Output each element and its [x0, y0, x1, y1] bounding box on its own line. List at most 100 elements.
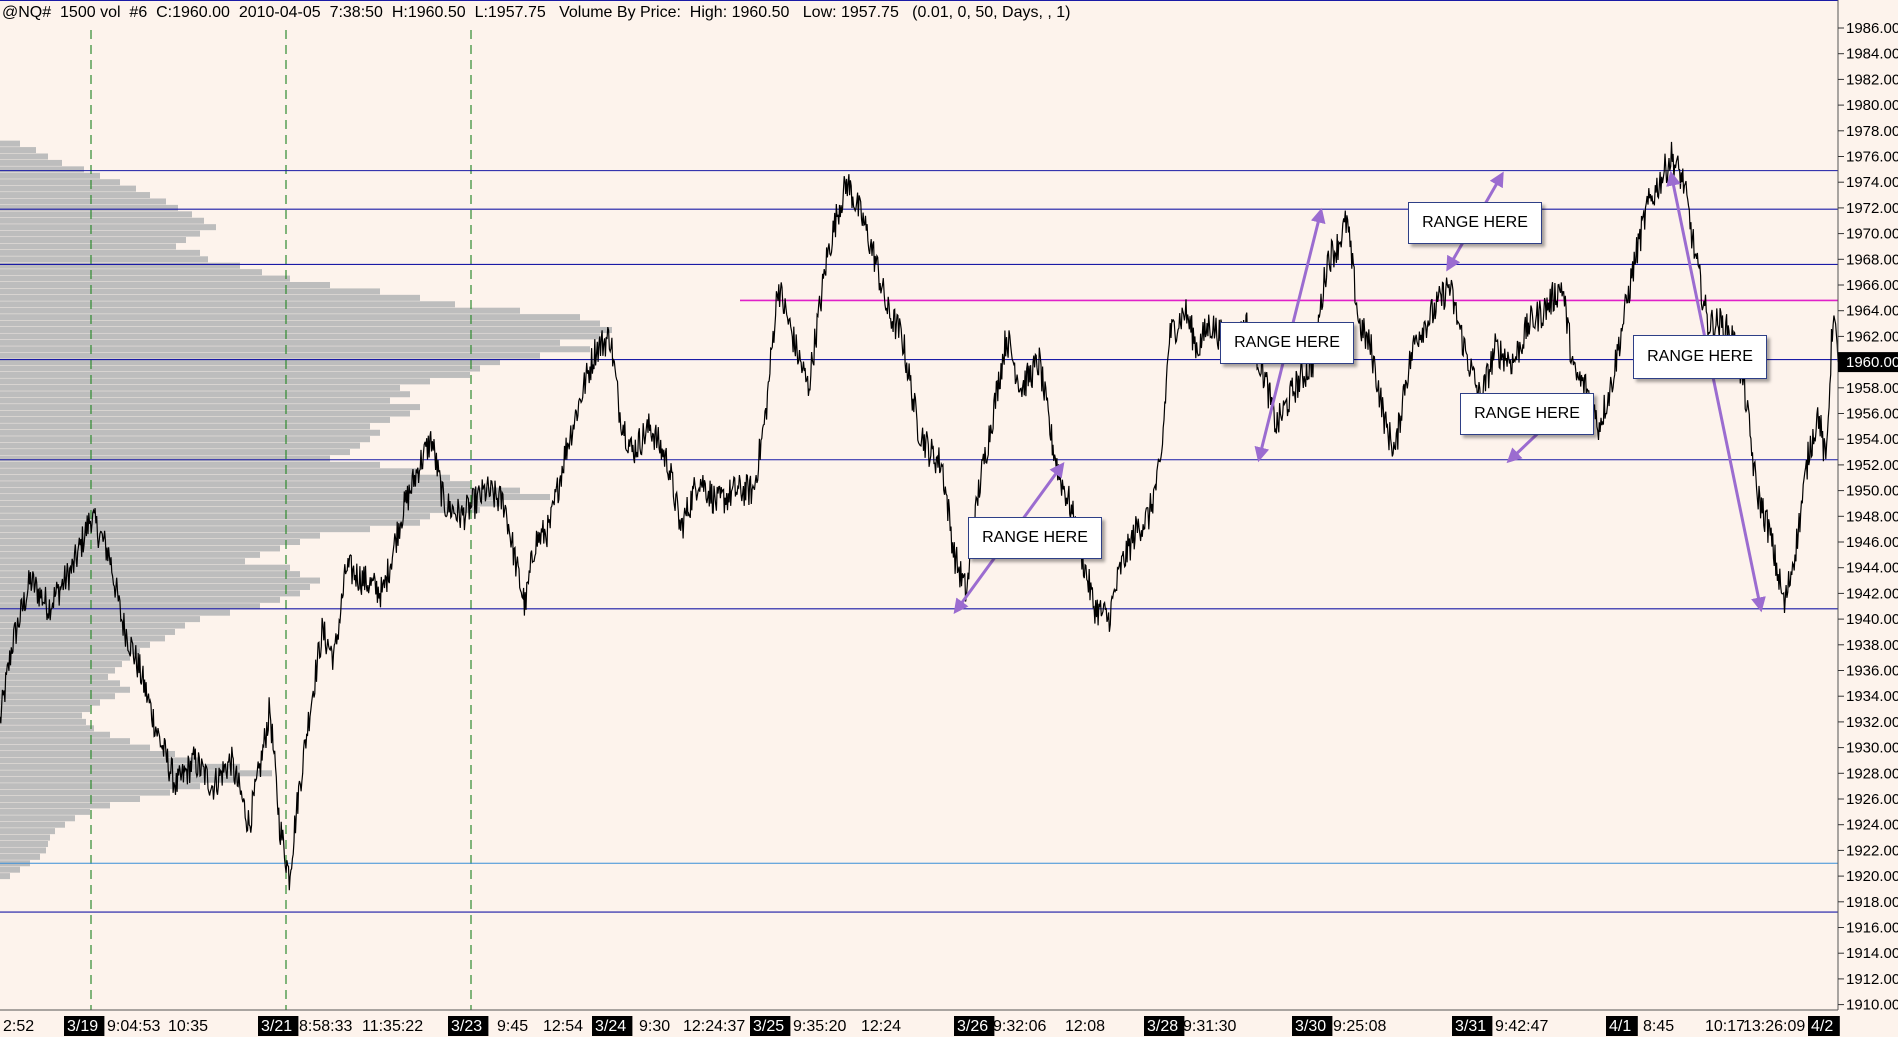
- volume-profile-bar: [0, 320, 600, 327]
- x-date-label: 4/2: [1811, 1018, 1833, 1035]
- volume-profile-bar: [0, 172, 100, 179]
- y-tick-label: 1912.00: [1846, 971, 1898, 988]
- x-date-label: 3/24: [595, 1018, 626, 1035]
- y-tick-label: 1976.00: [1846, 149, 1898, 166]
- volume-profile-bar: [0, 834, 50, 841]
- volume-profile-bar: [0, 217, 204, 224]
- y-tick-label: 1910.00: [1846, 997, 1898, 1014]
- volume-profile-bar: [0, 282, 330, 288]
- volume-profile-bar: [0, 294, 420, 301]
- range-annotation-1[interactable]: RANGE HERE: [968, 517, 1102, 559]
- y-tick-label: 1930.00: [1846, 740, 1898, 757]
- volume-profile-bar: [0, 635, 165, 642]
- y-tick-label: 1944.00: [1846, 560, 1898, 577]
- range-annotation-4[interactable]: RANGE HERE: [1460, 393, 1594, 435]
- volume-profile-bar: [0, 744, 150, 751]
- volume-profile-bar: [0, 853, 40, 860]
- y-tick-label: 1954.00: [1846, 431, 1898, 448]
- volume-profile-bar: [0, 326, 612, 333]
- volume-profile-bar: [0, 192, 150, 199]
- volume-profile-bar: [0, 718, 86, 725]
- volume-profile-bar: [0, 821, 65, 828]
- volume-profile-bar: [0, 288, 380, 295]
- volume-profile-bar: [0, 371, 470, 378]
- volume-profile-bar: [0, 571, 300, 578]
- volume-profile-bar: [0, 166, 84, 173]
- x-date-label: 3/31: [1455, 1018, 1486, 1035]
- volume-profile-bar: [0, 751, 175, 758]
- volume-profile-bar: [0, 539, 300, 545]
- volume-profile-bar: [0, 140, 20, 147]
- volume-profile-bar: [0, 654, 130, 661]
- y-tick-label: 1986.00: [1846, 20, 1898, 37]
- volume-profile-bar: [0, 789, 170, 796]
- range-annotation-3[interactable]: RANGE HERE: [1408, 202, 1542, 244]
- volume-profile-bar: [0, 159, 62, 166]
- volume-profile-bar: [0, 558, 245, 565]
- volume-profile-bar: [0, 211, 192, 218]
- volume-profile-bar: [0, 808, 90, 815]
- volume-profile-bar: [0, 551, 260, 558]
- x-time-label: 9:42:47: [1495, 1018, 1548, 1035]
- y-tick-label: 1924.00: [1846, 817, 1898, 834]
- volume-profile-bar: [0, 706, 90, 713]
- volume-profile-bar: [0, 873, 10, 880]
- y-tick-label: 1918.00: [1846, 894, 1898, 911]
- volume-profile-bar: [0, 185, 136, 192]
- y-tick-label: 1958.00: [1846, 380, 1898, 397]
- volume-profile-bar: [0, 616, 200, 623]
- volume-profile-bar: [0, 673, 108, 680]
- x-date-label: 3/30: [1295, 1018, 1326, 1035]
- price-chart[interactable]: 1986.00 1984.00 1982.00 1980.00 1978.00 1976.…: [0, 0, 1898, 1037]
- volume-profile-bar: [0, 526, 370, 533]
- x-date-label: 3/19: [67, 1018, 98, 1035]
- volume-profile-bar: [0, 847, 46, 854]
- y-tick-label: 1942.00: [1846, 585, 1898, 602]
- x-date-label: 3/23: [451, 1018, 482, 1035]
- volume-profile-bar: [0, 243, 176, 250]
- volume-profile-bar: [0, 230, 200, 237]
- y-tick-label: 1926.00: [1846, 791, 1898, 808]
- volume-profile-bar: [0, 577, 320, 584]
- volume-profile-bar: [0, 609, 230, 616]
- y-tick-label: 1936.00: [1846, 663, 1898, 680]
- volume-profile-bar: [0, 301, 455, 308]
- volume-profile-bar: [0, 404, 420, 411]
- volume-profile-bar: [0, 532, 320, 539]
- volume-profile-bar: [0, 224, 216, 231]
- annotation-arrow: [1666, 170, 1766, 613]
- volume-profile-bar: [0, 179, 120, 186]
- volume-profile-bar: [0, 416, 390, 423]
- x-time-label: 10:17: [1705, 1018, 1745, 1035]
- volume-profile-bar: [0, 365, 480, 372]
- y-tick-label: 1968.00: [1846, 251, 1898, 268]
- y-tick-label: 1946.00: [1846, 534, 1898, 551]
- volume-profile-bar: [0, 802, 110, 809]
- volume-profile-bar: [0, 481, 470, 488]
- volume-profile-bar: [0, 545, 280, 552]
- y-tick-label: 1978.00: [1846, 123, 1898, 140]
- volume-profile-bar: [0, 423, 370, 430]
- volume-profile-bar: [0, 583, 310, 590]
- volume-profile-bar: [0, 628, 175, 635]
- volume-profile-bar: [0, 564, 290, 571]
- volume-profile-bar: [0, 815, 75, 822]
- volume-profile-bar: [0, 256, 208, 263]
- range-annotation-5[interactable]: RANGE HERE: [1633, 335, 1767, 379]
- volume-profile-bar: [0, 269, 262, 276]
- y-tick-label: 1940.00: [1846, 611, 1898, 628]
- y-tick-label: 1970.00: [1846, 226, 1898, 243]
- volume-profile-bar: [0, 699, 100, 706]
- x-date-label: 3/25: [753, 1018, 784, 1035]
- y-tick-label: 1952.00: [1846, 457, 1898, 474]
- y-tick-label: 1916.00: [1846, 920, 1898, 937]
- volume-profile-bar: [0, 840, 48, 847]
- range-annotation-2[interactable]: RANGE HERE: [1220, 322, 1354, 364]
- x-time-label: 9:04:53: [107, 1018, 160, 1035]
- volume-profile-bar: [0, 262, 240, 269]
- volume-profile-bar: [0, 519, 420, 526]
- volume-profile-bar: [0, 661, 122, 668]
- volume-profile-bar: [0, 693, 115, 700]
- x-time-label: 13:26:09: [1743, 1018, 1805, 1035]
- volume-profile-bar: [0, 468, 420, 475]
